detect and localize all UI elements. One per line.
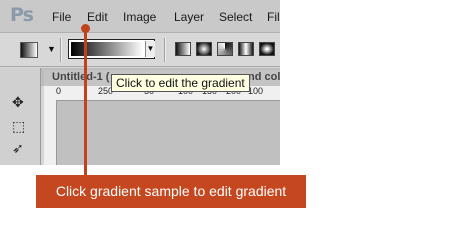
menu-file[interactable]: File bbox=[52, 10, 71, 24]
linear-gradient-icon[interactable] bbox=[175, 42, 191, 56]
ruler-label: 0 bbox=[56, 86, 62, 96]
gradient-tooltip: Click to edit the gradient bbox=[111, 74, 250, 92]
lasso-tool-icon[interactable]: ➶ bbox=[12, 140, 24, 157]
tools-panel: ✥ ⬚ ➶ bbox=[0, 68, 41, 165]
gradient-sample-picker[interactable]: ▼ bbox=[68, 39, 155, 59]
callout-text: Click gradient sample to edit gradient bbox=[55, 183, 287, 199]
chevron-down-icon[interactable]: ▼ bbox=[47, 44, 56, 54]
reflected-gradient-icon[interactable] bbox=[238, 42, 254, 56]
pointer-line bbox=[84, 27, 87, 179]
photoshop-logo: Ps bbox=[10, 4, 34, 26]
menu-bar: Ps File Edit Image Layer Select Fil bbox=[0, 0, 280, 33]
options-separator bbox=[60, 38, 62, 62]
options-bar: ▼ ▼ bbox=[0, 33, 280, 67]
document-title-suffix: nd col bbox=[248, 71, 280, 83]
photoshop-screenshot: Ps File Edit Image Layer Select Fil ▼ ▼ … bbox=[0, 0, 280, 165]
diamond-gradient-icon[interactable] bbox=[259, 42, 275, 56]
document-canvas[interactable] bbox=[57, 101, 280, 165]
menu-image[interactable]: Image bbox=[123, 10, 156, 24]
document-title: Untitled-1 ( bbox=[52, 71, 110, 83]
gradient-preview[interactable] bbox=[71, 42, 143, 56]
vertical-ruler bbox=[44, 100, 57, 165]
instruction-callout: Click gradient sample to edit gradient bbox=[36, 175, 306, 208]
ruler-label: 100 bbox=[248, 86, 264, 96]
menu-select[interactable]: Select bbox=[219, 10, 252, 24]
marquee-tool-icon[interactable]: ⬚ bbox=[12, 118, 25, 135]
menu-layer[interactable]: Layer bbox=[174, 10, 204, 24]
options-separator bbox=[164, 38, 166, 62]
gradient-tool-preset-icon[interactable] bbox=[20, 42, 38, 58]
radial-gradient-icon[interactable] bbox=[196, 42, 212, 56]
angle-gradient-icon[interactable] bbox=[217, 42, 233, 56]
menu-filter[interactable]: Fil bbox=[267, 10, 280, 24]
menu-edit[interactable]: Edit bbox=[87, 10, 108, 24]
chevron-down-icon[interactable]: ▼ bbox=[145, 41, 155, 57]
move-tool-icon[interactable]: ✥ bbox=[12, 94, 24, 111]
